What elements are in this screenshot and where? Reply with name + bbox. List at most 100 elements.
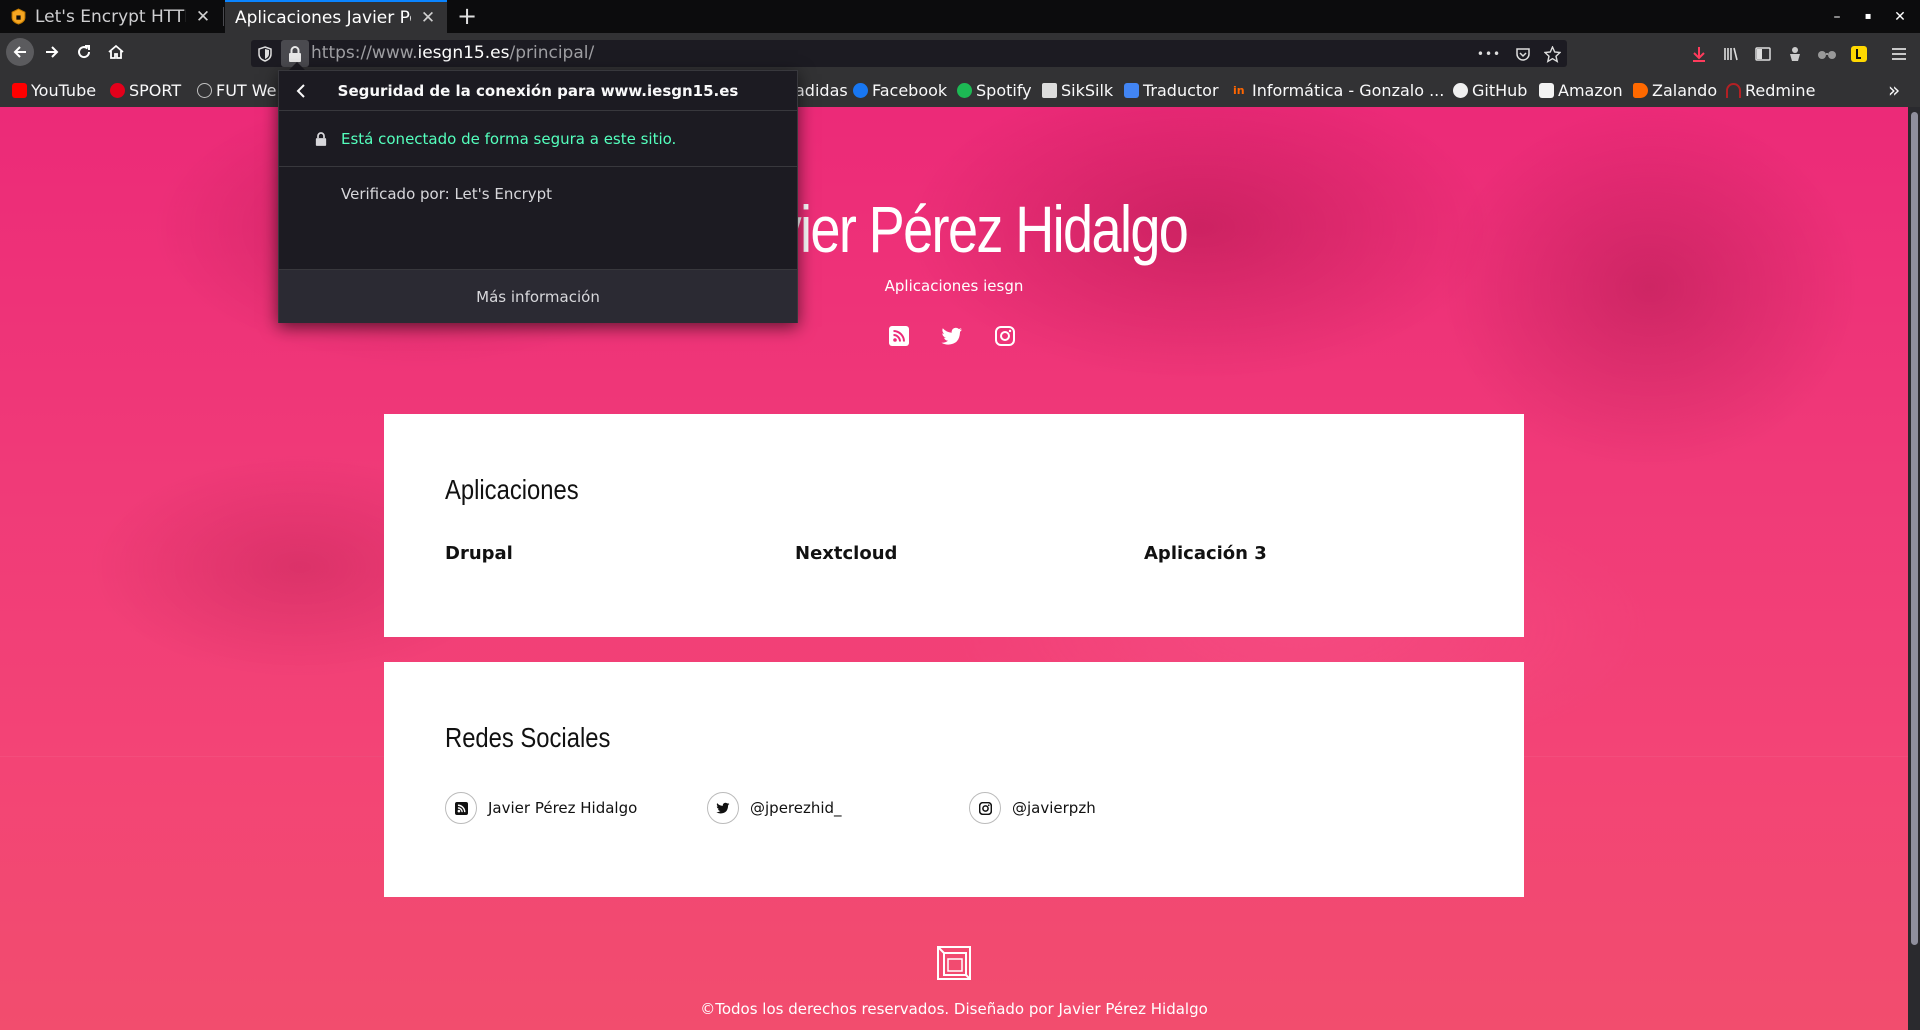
forward-button[interactable]	[38, 38, 66, 66]
page-scrollbar-thumb[interactable]	[1911, 112, 1918, 945]
tab-aplicaciones[interactable]: Aplicaciones Javier Pérez ✕	[225, 0, 447, 33]
bookmark-redmine[interactable]: Redmine	[1726, 80, 1815, 100]
bookmark-traductor[interactable]: Traductor	[1124, 80, 1219, 100]
bookmark-label: Spotify	[976, 80, 1032, 100]
page-actions-button[interactable]: •••	[1477, 43, 1500, 65]
bookmark-label: adidas	[795, 80, 848, 100]
library-icon	[1724, 47, 1738, 61]
close-tab-icon[interactable]: ✕	[419, 8, 437, 28]
zalando-icon	[1633, 82, 1648, 98]
tab-lets-encrypt[interactable]: Let's Encrypt HTTPS ✕	[0, 0, 222, 33]
reload-icon	[78, 45, 91, 59]
bookmark-star-button[interactable]	[1541, 43, 1563, 65]
social-link-twitter[interactable]: @jperezhid_	[707, 792, 842, 824]
bookmark-amazon[interactable]: Amazon	[1539, 80, 1623, 100]
home-button[interactable]	[102, 38, 130, 66]
url-host: iesgn15.es	[417, 43, 510, 63]
bookmark-zalando[interactable]: Zalando	[1633, 80, 1717, 100]
bookmark-spotify[interactable]: Spotify	[957, 80, 1032, 100]
bookmark-label: SPORT	[129, 80, 182, 100]
bookmark-sport[interactable]: SPORT	[110, 80, 181, 100]
bookmark-label: SikSilk	[1061, 80, 1114, 100]
social-card: Redes Sociales Javier Pérez Hidalgo @jpe…	[384, 662, 1524, 897]
instagram-icon	[995, 326, 1015, 346]
pocket-icon	[1516, 48, 1530, 61]
bookmark-adidas[interactable]: adidas	[795, 80, 848, 100]
tracking-protection-button[interactable]	[254, 43, 276, 65]
more-info-button[interactable]: Más información	[279, 269, 797, 323]
bookmark-label: FUT We	[216, 80, 277, 100]
extension-button-3[interactable]	[1847, 42, 1871, 66]
shield-icon	[258, 46, 272, 62]
footer-text: ©Todos los derechos reservados. Diseñado…	[700, 1000, 1208, 1018]
connection-security-popup: Seguridad de la conexión para www.iesgn1…	[278, 70, 798, 323]
sidebar-button[interactable]	[1751, 42, 1775, 66]
rss-link[interactable]	[888, 325, 910, 347]
sport-icon	[110, 82, 125, 98]
popup-secure-row: Está conectado de forma segura a este si…	[279, 111, 797, 167]
bookmark-github[interactable]: GitHub	[1453, 80, 1527, 100]
minimize-button[interactable]: –	[1826, 6, 1848, 28]
bookmark-label: Traductor	[1143, 80, 1219, 100]
app-link-drupal[interactable]: Drupal	[445, 543, 513, 564]
app-link-3[interactable]: Aplicación 3	[1144, 543, 1267, 564]
reload-button[interactable]	[70, 38, 98, 66]
url-prefix: https://www.	[311, 43, 418, 63]
arrow-right-icon	[46, 46, 59, 58]
url-path: /principal/	[509, 43, 595, 63]
translate-icon	[1124, 82, 1139, 98]
bookmark-informatica[interactable]: in Informática - Gonzalo ...	[1233, 80, 1444, 100]
popup-header: Seguridad de la conexión para www.iesgn1…	[279, 71, 797, 111]
twitter-circle	[707, 792, 739, 824]
home-icon	[108, 44, 124, 59]
bookmark-facebook[interactable]: Facebook	[853, 80, 947, 100]
social-section-title: Redes Sociales	[445, 722, 611, 753]
extension-button-2[interactable]	[1815, 42, 1839, 66]
rss-circle	[445, 792, 477, 824]
footer-logo-icon	[937, 946, 971, 980]
rss-icon	[889, 326, 909, 346]
new-tab-button[interactable]: +	[452, 1, 482, 31]
extension-badge-icon	[1851, 46, 1867, 62]
social-link-instagram[interactable]: @javierpzh	[969, 792, 1096, 824]
facebook-icon	[853, 82, 868, 98]
bookmarks-overflow-button[interactable]: »	[1888, 78, 1900, 102]
bookmark-siksilk[interactable]: SikSilk	[1042, 80, 1113, 100]
back-button[interactable]	[6, 38, 34, 66]
pocket-button[interactable]	[1512, 43, 1534, 65]
instagram-link[interactable]	[994, 325, 1016, 347]
tab-title: Aplicaciones Javier Pérez	[235, 7, 411, 28]
downloads-button[interactable]	[1687, 42, 1711, 66]
bookmark-label: GitHub	[1472, 80, 1528, 100]
github-icon	[1453, 82, 1468, 98]
bookmark-fut-web[interactable]: FUT We	[197, 80, 277, 100]
spotify-icon	[957, 82, 972, 98]
bookmark-youtube[interactable]: YouTube	[12, 80, 96, 100]
tab-separator	[223, 7, 224, 26]
bookmark-label: Zalando	[1652, 80, 1718, 100]
hero-social-icons	[888, 325, 1016, 347]
social-label: @jperezhid_	[750, 799, 842, 817]
siksilk-icon	[1042, 82, 1057, 98]
apps-card: Aplicaciones Drupal Nextcloud Aplicación…	[384, 414, 1524, 637]
menu-button[interactable]	[1887, 42, 1911, 66]
close-tab-icon[interactable]: ✕	[194, 7, 212, 27]
twitter-link[interactable]	[941, 325, 963, 347]
bookmark-label: Redmine	[1745, 80, 1816, 100]
extension-button-1[interactable]	[1783, 42, 1807, 66]
arrow-left-icon	[13, 46, 26, 58]
social-label: @javierpzh	[1012, 799, 1096, 817]
twitter-icon	[941, 327, 962, 345]
close-window-button[interactable]: ✕	[1889, 6, 1911, 28]
app-link-nextcloud[interactable]: Nextcloud	[795, 543, 897, 564]
maximize-button[interactable]: ▪	[1857, 6, 1879, 28]
social-link-rss[interactable]: Javier Pérez Hidalgo	[445, 792, 637, 824]
globe-icon	[197, 82, 212, 98]
tab-title: Let's Encrypt HTTPS	[35, 6, 186, 27]
download-arrow-icon	[1693, 47, 1705, 62]
instagram-icon	[978, 801, 992, 815]
popup-title: Seguridad de la conexión para www.iesgn1…	[337, 82, 739, 100]
bookmark-label: YouTube	[31, 80, 97, 100]
library-button[interactable]	[1719, 42, 1743, 66]
url-text[interactable]: https://www.iesgn15.es/principal/	[311, 43, 594, 63]
